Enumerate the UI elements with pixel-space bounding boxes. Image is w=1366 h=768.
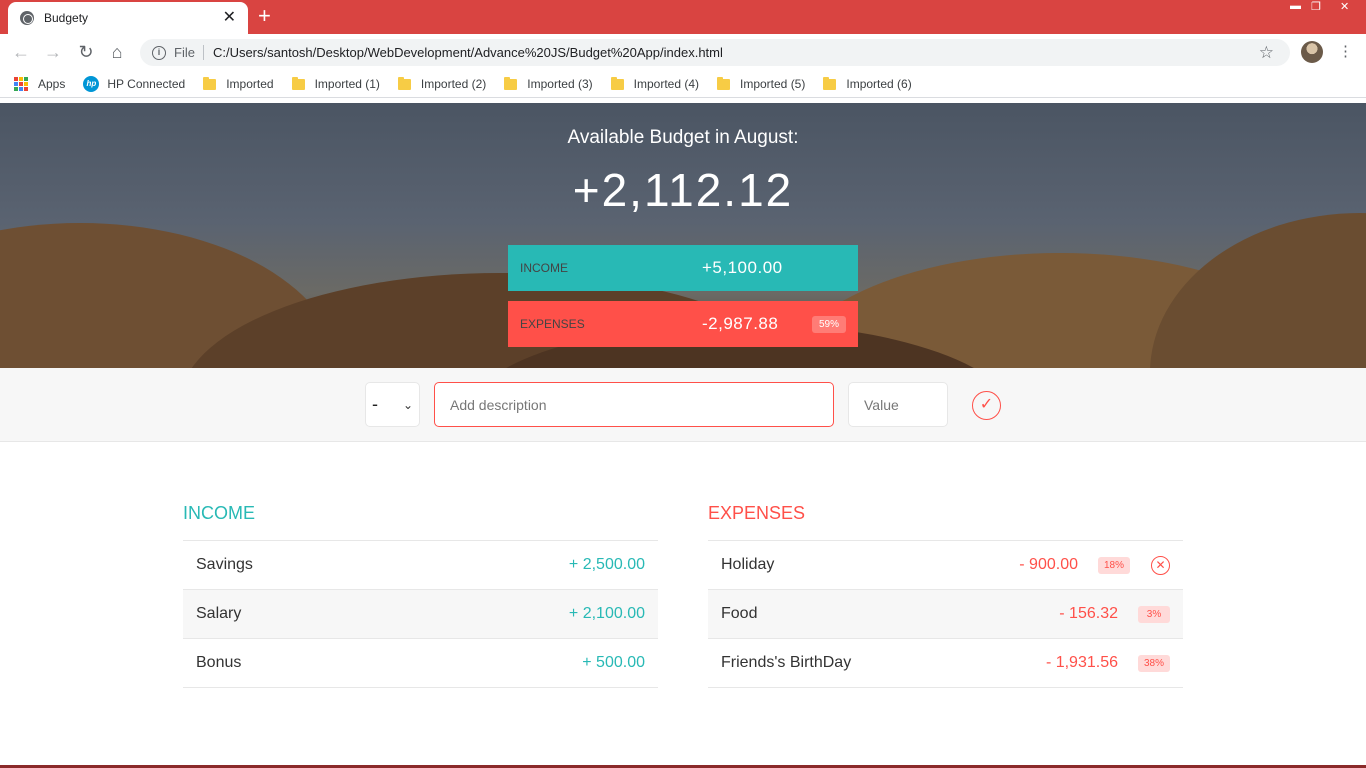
- item-value: - 156.32: [1059, 605, 1118, 622]
- budget-title: Available Budget in August:: [567, 127, 799, 148]
- expense-item[interactable]: Food - 156.32 3%: [708, 590, 1183, 639]
- close-window-icon[interactable]: ✕: [1340, 0, 1349, 14]
- type-select-value: -: [372, 394, 378, 414]
- item-percentage-badge: 3%: [1138, 605, 1170, 623]
- bookmark-label: Imported (3): [527, 76, 593, 91]
- budget-value: +2,112.12: [572, 164, 794, 216]
- item-description: Holiday: [721, 556, 775, 573]
- bookmark-folder[interactable]: Imported (3): [504, 76, 593, 91]
- more-menu-icon[interactable]: ⋮: [1338, 42, 1353, 60]
- bookmark-folder[interactable]: Imported (4): [610, 76, 699, 91]
- bookmark-hp-connected[interactable]: hp HP Connected: [83, 75, 186, 92]
- item-value: + 500.00: [582, 654, 645, 671]
- budget-header: Available Budget in August: +2,112.12 In…: [0, 103, 1366, 368]
- checkmark-icon: ✓: [979, 396, 994, 413]
- type-select[interactable]: - ⌄: [365, 382, 420, 427]
- expense-item[interactable]: Friends's BirthDay - 1,931.56 38%: [708, 639, 1183, 688]
- bookmark-label: Imported (4): [633, 76, 699, 91]
- folder-icon: [504, 77, 518, 90]
- address-toolbar: ← → ↻ ⌂ i File C:/Users/santosh/Desktop/…: [0, 34, 1366, 70]
- expenses-percentage-badge: 59%: [812, 315, 846, 333]
- income-summary: Income +5,100.00: [508, 245, 858, 291]
- bookmark-folder[interactable]: Imported (2): [397, 76, 487, 91]
- url-text[interactable]: C:/Users/santosh/Desktop/WebDevelopment/…: [213, 45, 1259, 60]
- add-entry-bar: - ⌄ ✓: [0, 368, 1366, 442]
- delete-item-icon[interactable]: ✕: [1151, 555, 1170, 575]
- chevron-down-icon: ⌄: [402, 397, 413, 412]
- info-icon[interactable]: i: [152, 45, 166, 60]
- restore-icon[interactable]: ❐: [1311, 0, 1321, 14]
- browser-tab[interactable]: Budgety ✕: [8, 2, 248, 34]
- expenses-summary-label: Expenses: [520, 317, 585, 331]
- bookmark-label: Imported (1): [314, 76, 380, 91]
- folder-icon: [717, 77, 730, 90]
- tab-title: Budgety: [44, 11, 89, 25]
- folder-icon: [610, 77, 624, 90]
- expenses-summary-value: -2,987.88: [702, 314, 779, 333]
- forward-arrow-icon[interactable]: →: [42, 41, 64, 63]
- folder-icon: [823, 77, 837, 90]
- globe-icon: [20, 11, 34, 25]
- item-value: + 2,500.00: [568, 556, 645, 573]
- income-summary-label: Income: [520, 261, 568, 275]
- income-item[interactable]: Savings + 2,500.00: [183, 541, 658, 590]
- hp-logo-icon: hp: [83, 75, 100, 92]
- item-percentage-badge: 38%: [1138, 654, 1170, 672]
- bookmark-apps[interactable]: Apps: [14, 76, 66, 91]
- bookmark-folder[interactable]: Imported: [203, 76, 274, 91]
- item-percentage-badge: 18%: [1098, 556, 1130, 574]
- item-description: Friends's BirthDay: [721, 654, 852, 671]
- bookmark-star-icon[interactable]: ☆: [1259, 43, 1274, 63]
- item-description: Bonus: [196, 654, 242, 671]
- bookmark-label: HP Connected: [107, 76, 186, 91]
- bookmarks-bar: Apps hp HP Connected Imported Imported (…: [0, 70, 1366, 98]
- income-summary-value: +5,100.00: [702, 258, 783, 277]
- url-scheme: File: [174, 45, 204, 60]
- minimize-icon[interactable]: ▬: [1290, 0, 1301, 14]
- item-value: + 2,100.00: [568, 605, 645, 622]
- bookmark-folder[interactable]: Imported (5): [717, 77, 805, 91]
- income-title: Income: [183, 500, 658, 541]
- bookmark-folder[interactable]: Imported (1): [291, 76, 380, 91]
- income-list: Income Savings + 2,500.00 Salary + 2,100…: [183, 500, 658, 688]
- home-icon[interactable]: ⌂: [106, 41, 128, 63]
- folder-icon: [291, 77, 305, 90]
- expenses-title: Expenses: [708, 500, 1183, 541]
- value-input[interactable]: [848, 382, 948, 427]
- income-item[interactable]: Salary + 2,100.00: [183, 590, 658, 639]
- item-description: Food: [721, 605, 758, 622]
- reload-icon[interactable]: ↻: [75, 41, 97, 63]
- tab-close-icon[interactable]: ✕: [223, 10, 236, 26]
- apps-grid-icon: [14, 76, 28, 91]
- bookmark-folder[interactable]: Imported (6): [823, 76, 912, 91]
- item-value: - 1,931.56: [1045, 654, 1118, 671]
- omnibox[interactable]: i File C:/Users/santosh/Desktop/WebDevel…: [140, 39, 1290, 66]
- background-hill: [1150, 213, 1366, 368]
- item-description: Salary: [196, 605, 242, 622]
- description-input[interactable]: [434, 382, 834, 427]
- back-arrow-icon[interactable]: ←: [10, 41, 32, 63]
- expense-item[interactable]: Holiday - 900.00 18% ✕: [708, 541, 1183, 590]
- bookmark-label: Imported (2): [420, 76, 487, 91]
- item-description: Savings: [196, 556, 253, 573]
- add-check-button[interactable]: ✓: [972, 391, 1001, 420]
- expenses-summary: Expenses -2,987.88 59%: [508, 301, 858, 347]
- bookmark-label: Imported (5): [740, 76, 806, 91]
- new-tab-button[interactable]: +: [258, 5, 271, 27]
- income-item[interactable]: Bonus + 500.00: [183, 639, 658, 688]
- folder-icon: [203, 77, 217, 90]
- bookmark-label: Imported: [226, 76, 274, 91]
- profile-avatar[interactable]: [1301, 41, 1323, 63]
- bookmark-label: Imported (6): [846, 76, 912, 91]
- bookmark-label: Apps: [38, 76, 66, 91]
- item-value: - 900.00: [1019, 556, 1078, 573]
- expenses-list: Expenses Holiday - 900.00 18% ✕ Food - 1…: [708, 500, 1183, 688]
- browser-tab-strip: Budgety ✕ + ▬ ❐ ✕: [0, 0, 1366, 34]
- folder-icon: [397, 77, 411, 90]
